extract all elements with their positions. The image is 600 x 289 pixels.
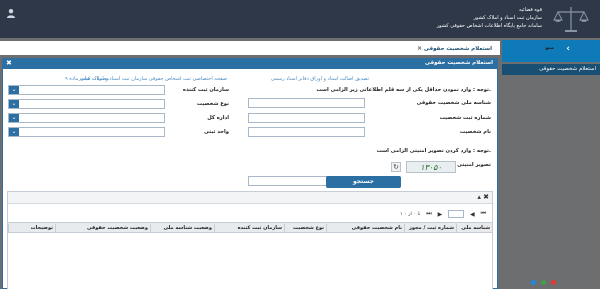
tab-label: استعلام شخصیت حقوقی	[423, 46, 492, 52]
col-entity-type[interactable]: نوع شخصیت	[284, 224, 326, 233]
sidebar-item-entity-inquiry[interactable]: استعلام شخصیت حقوقی	[502, 64, 600, 75]
label-captcha: تصویر امنیتی	[457, 162, 491, 168]
col-national-id[interactable]: شناسه ملی	[456, 224, 492, 233]
collapse-icon[interactable]: ▴ ✖	[477, 193, 489, 201]
page-number-input[interactable]	[448, 210, 465, 218]
note-required-fields: توجه : وارد نمودن حداقل یکی از سه قلم اط…	[316, 87, 491, 93]
pager-range: ۱ تا ۰ از ۰	[400, 211, 421, 217]
search-button[interactable]: جستجو	[326, 176, 401, 188]
inquiry-panel: استعلام شخصیت حقوقی ✖ تصدیق اصالت اسناد …	[2, 58, 498, 289]
national-id-input[interactable]	[248, 98, 365, 108]
col-national-id-status[interactable]: وضعیت شناسه ملی	[150, 224, 214, 233]
blue-dot-icon[interactable]	[531, 280, 536, 285]
col-reg-org[interactable]: سازمان ثبت کننده	[214, 224, 284, 233]
note-captcha-required: توجه : وارد کردن تصویر امنیتی الزامی است…	[376, 148, 491, 154]
menu-label: منو	[545, 45, 554, 51]
chevron-down-icon: ⌄	[9, 100, 19, 108]
tab-strip: × استعلام شخصیت حقوقی	[0, 41, 500, 55]
label-entity-type: نوع شخصیت	[196, 101, 229, 107]
chevron-down-icon: ⌄	[9, 114, 19, 122]
close-icon[interactable]: ✖	[6, 59, 12, 67]
reg-org-select[interactable]: ⌄	[8, 85, 165, 95]
sidebar-item-label: استعلام شخصیت حقوقی	[539, 66, 596, 72]
entity-name-input[interactable]	[248, 127, 365, 137]
org-title: قوه قضائیه سازمان ثبت اسناد و املاک کشور…	[437, 6, 542, 30]
col-entity-name[interactable]: نام شخصیت حقوقی	[326, 224, 404, 233]
color-dots	[528, 280, 556, 287]
label-reg-number: شماره ثبت شخصیت	[439, 115, 491, 121]
col-description[interactable]: توضیحات	[8, 224, 55, 233]
org-line-1: قوه قضائیه	[518, 7, 542, 13]
link-document-authenticity[interactable]: تصدیق اصالت اسناد و اوراق دفاتر اسناد رس…	[271, 76, 369, 82]
prev-page-icon[interactable]: ◀	[470, 211, 475, 218]
tab-entity-inquiry[interactable]: × استعلام شخصیت حقوقی	[409, 43, 496, 54]
org-line-2: سازمان ثبت اسناد و املاک کشور	[473, 15, 542, 21]
pager: ۱ تا ۰ از ۰ ⏭ ▶ ◀ ⏮	[398, 210, 488, 220]
grid-toolbar: ▴ ✖	[8, 192, 492, 204]
label-reg-unit: واحد ثبتی	[204, 129, 229, 135]
reg-unit-select[interactable]: ⌄	[8, 127, 165, 137]
justice-scales-logo-icon	[553, 7, 589, 32]
red-dot-icon[interactable]	[550, 280, 556, 285]
refresh-icon[interactable]: ↻	[391, 162, 401, 172]
sidebar-menu-toggle[interactable]: منو ‹	[502, 40, 600, 62]
org-line-3: سامانه جامع پایگاه اطلاعات اشخاص حقوقی ک…	[436, 23, 542, 29]
tab-close-icon[interactable]: ×	[417, 45, 422, 52]
captcha-image: ۱۳۰۵۰	[406, 161, 456, 173]
results-grid: ▴ ✖ ۱ تا ۰ از ۰ ⏭ ▶ ◀ ⏮ شناسه ملی شماره …	[7, 191, 493, 289]
sidebar: منو ‹ استعلام شخصیت حقوقی	[502, 38, 600, 289]
label-reg-org: سازمان ثبت کننده	[182, 87, 229, 93]
chevron-down-icon: ⌄	[9, 128, 19, 136]
entity-type-select[interactable]: ⌄	[8, 99, 165, 109]
link-article-9-resolutions[interactable]: مصوبات هیات ماده ۹	[65, 76, 109, 82]
grid-header-row: شناسه ملی شماره ثبت / مجوز نام شخصیت حقو…	[8, 222, 492, 233]
user-icon[interactable]	[6, 8, 16, 18]
label-entity-name: نام شخصیت	[459, 129, 491, 135]
col-entity-status[interactable]: وضعیت شخصیت حقوقی	[55, 224, 150, 233]
reg-number-input[interactable]	[248, 113, 365, 123]
panel-title: استعلام شخصیت حقوقی	[424, 60, 493, 66]
label-national-id: شناسه ملی شخصیت حقوقی	[416, 100, 491, 106]
last-page-icon[interactable]: ⏭	[426, 210, 431, 218]
chevron-down-icon: ⌄	[9, 86, 19, 94]
label-general-office: اداره کل	[207, 115, 229, 121]
col-reg-number[interactable]: شماره ثبت / مجوز	[404, 224, 456, 233]
panel-header: استعلام شخصیت حقوقی ✖	[3, 59, 497, 69]
next-page-icon[interactable]: ▶	[438, 211, 443, 218]
first-page-icon[interactable]: ⏮	[481, 210, 486, 218]
green-dot-icon[interactable]	[540, 280, 546, 285]
chevron-left-icon: ‹	[566, 44, 570, 54]
general-office-select[interactable]: ⌄	[8, 113, 165, 123]
top-header-bar: قوه قضائیه سازمان ثبت اسناد و املاک کشور…	[0, 0, 600, 38]
